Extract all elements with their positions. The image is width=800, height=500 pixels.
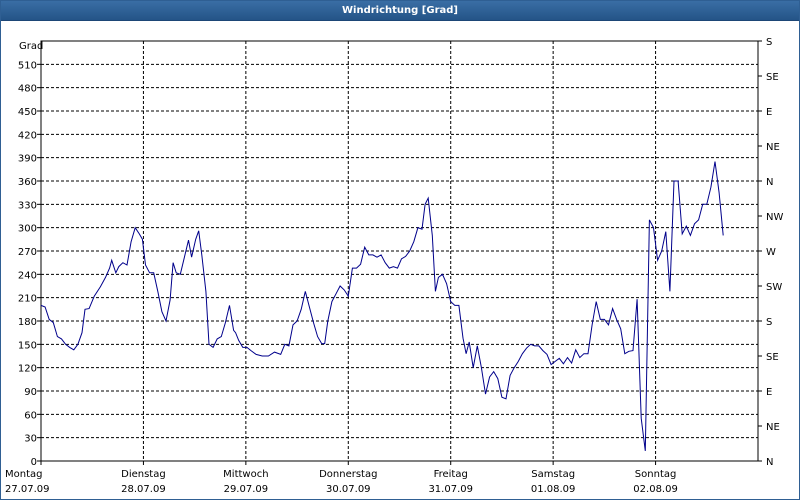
date-label: 02.08.09: [633, 484, 678, 495]
y-tick-label: 270: [18, 247, 37, 258]
date-label: 28.07.09: [121, 484, 166, 495]
date-label: 31.07.09: [428, 484, 473, 495]
y-tick-label: 0: [31, 457, 37, 468]
compass-tick-label: NW: [766, 212, 783, 223]
date-label: 27.07.09: [5, 484, 50, 495]
compass-tick-label: NE: [766, 142, 780, 153]
compass-tick-label: E: [766, 387, 772, 398]
chart-window: Windrichtung [Grad] Grad 0 30 60 90 120 150 18…: [0, 0, 800, 500]
y-tick-label: 450: [18, 107, 37, 118]
day-label: Sonntag: [635, 469, 677, 480]
compass-tick-label: S: [766, 37, 772, 48]
y-tick-label: 210: [18, 294, 37, 305]
compass-tick-label: NE: [766, 422, 780, 433]
y-tick-label: 360: [18, 177, 37, 188]
y-tick-label: 300: [18, 224, 37, 235]
compass-tick-label: SE: [766, 352, 779, 363]
y-tick-label: 120: [18, 364, 37, 375]
date-label: 29.07.09: [224, 484, 269, 495]
date-label: 30.07.09: [326, 484, 371, 495]
y-tick-label: 390: [18, 154, 37, 165]
wind-direction-chart: Grad 0 30 60 90 120 150 180 210 240 270 300 330 360 3…: [1, 21, 799, 499]
y-tick-label: 330: [18, 200, 37, 211]
day-label: Montag: [5, 469, 42, 480]
y-tick-label: 510: [18, 60, 37, 71]
compass-tick-label: E: [766, 107, 772, 118]
day-label: Samstag: [531, 469, 575, 480]
compass-tick-label: SE: [766, 72, 779, 83]
compass-tick-label: S: [766, 317, 772, 328]
date-label: 01.08.09: [531, 484, 576, 495]
window-title: Windrichtung [Grad]: [1, 1, 799, 21]
y-tick-label: 30: [24, 434, 37, 445]
day-label: Mittwoch: [223, 469, 268, 480]
day-label: Freitag: [434, 469, 468, 480]
y-tick-label: 90: [24, 387, 37, 398]
compass-tick-label: N: [766, 457, 773, 468]
y-axis-label: Grad: [19, 41, 43, 52]
y-tick-label: 180: [18, 317, 37, 328]
compass-tick-label: N: [766, 177, 773, 188]
day-label: Dienstag: [121, 469, 166, 480]
y-tick-label: 420: [18, 130, 37, 141]
y-tick-label: 240: [18, 270, 37, 281]
y-tick-label: 150: [18, 340, 37, 351]
compass-tick-label: W: [766, 247, 776, 258]
compass-tick-label: SW: [766, 282, 782, 293]
y-tick-label: 480: [18, 84, 37, 95]
y-tick-label: 60: [24, 410, 37, 421]
day-label: Donnerstag: [319, 469, 377, 480]
